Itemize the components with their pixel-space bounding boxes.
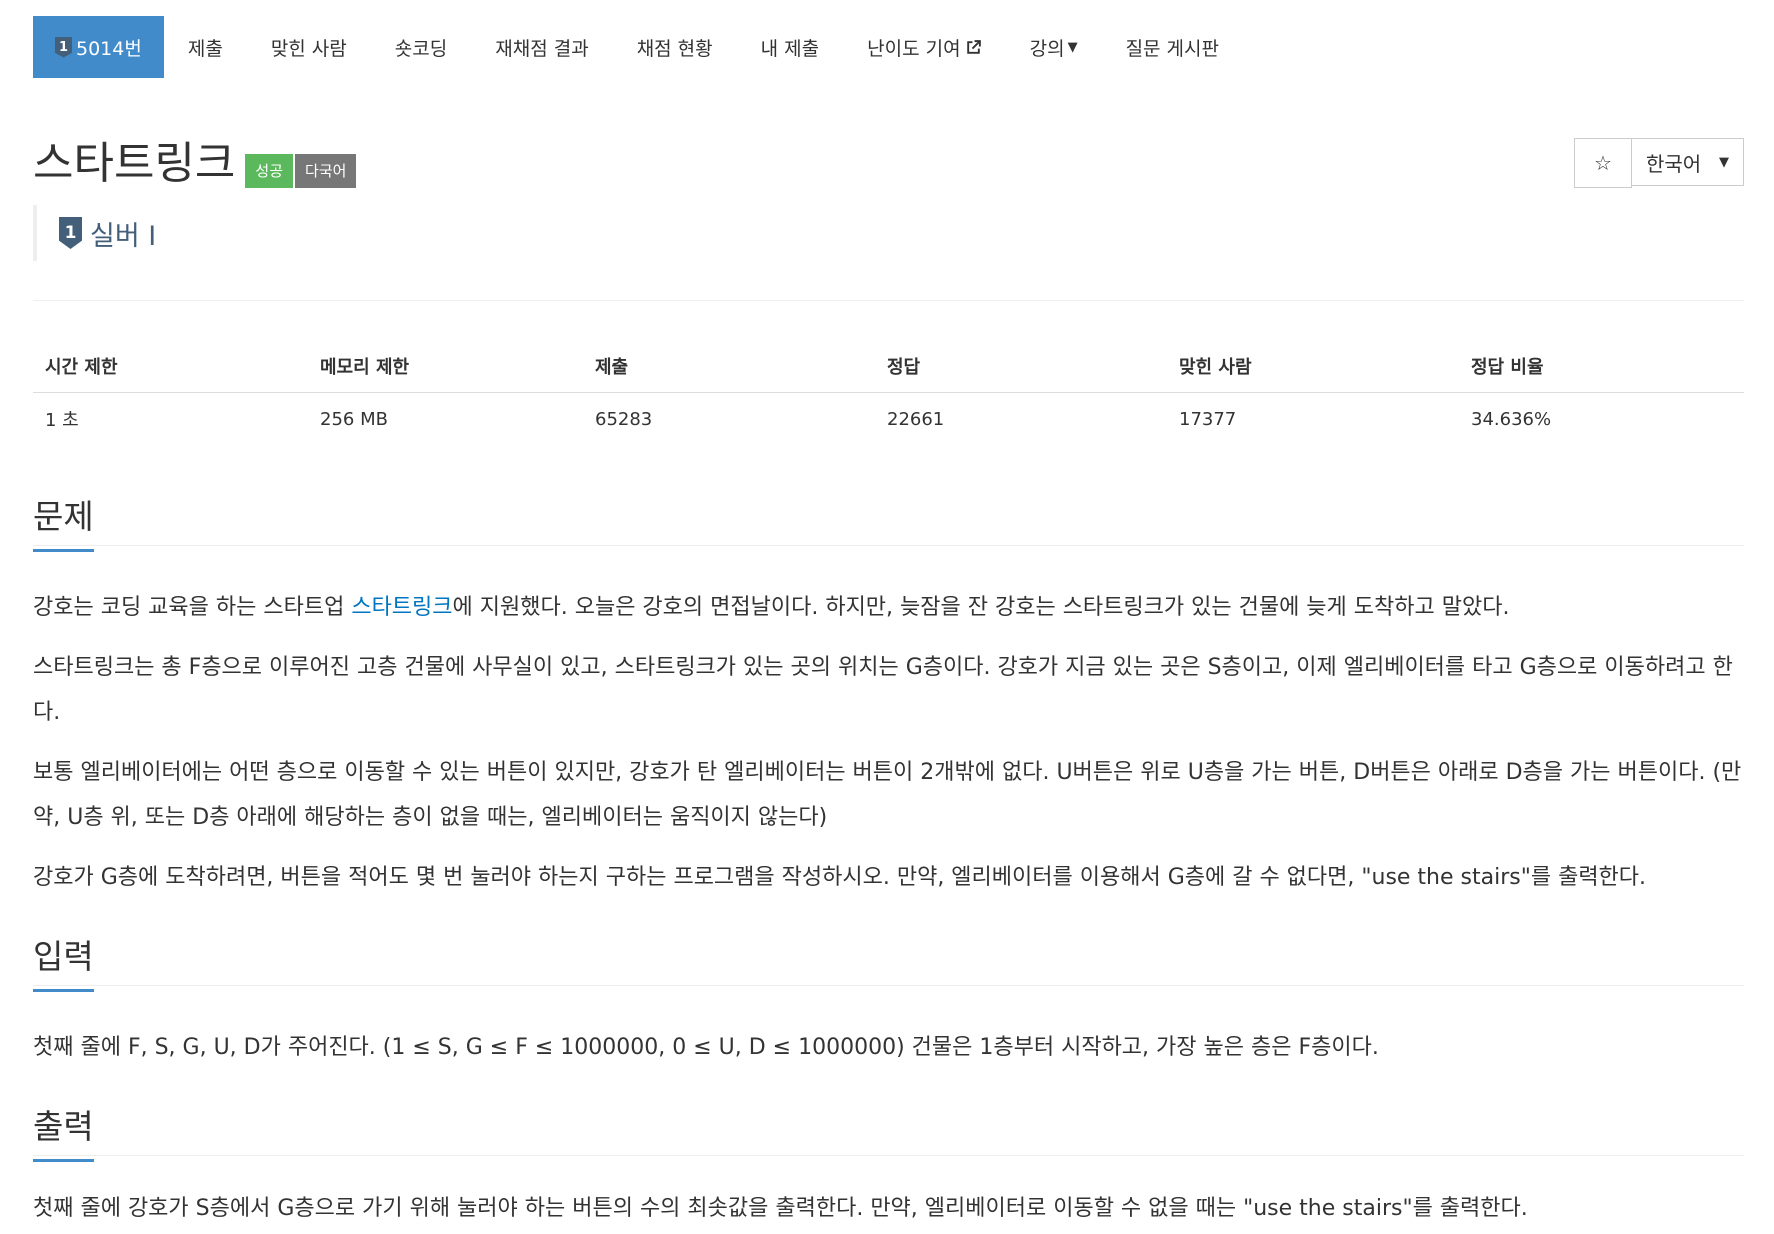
tab-solved-users-label: 맞힌 사람 — [270, 37, 347, 60]
tab-submit-label: 제출 — [187, 37, 223, 60]
problem-title: 스타트링크 — [33, 138, 236, 189]
table-header-row: 시간 제한 메모리 제한 제출 정답 맞힌 사람 정답 비율 — [33, 340, 1744, 393]
multilang-badge: 다국어 — [295, 154, 357, 188]
problem-tier: 1 실버 I — [33, 205, 156, 261]
caret-down-icon: ▼ — [1067, 39, 1078, 55]
problem-info-table: 시간 제한 메모리 제한 제출 정답 맞힌 사람 정답 비율 1 초 256 M… — [33, 340, 1744, 445]
paragraph-text: 강호는 코딩 교육을 하는 스타트업 — [33, 595, 352, 620]
tab-problem-number[interactable]: 1 5014번 — [33, 16, 164, 78]
favorite-button[interactable]: ☆ — [1574, 138, 1632, 188]
tier-shield-icon: 1 — [59, 217, 82, 249]
tier-label[interactable]: 실버 I — [90, 214, 156, 253]
tab-question-board-label: 질문 게시판 — [1125, 37, 1220, 60]
table-header: 맞힌 사람 — [1179, 357, 1252, 378]
divider — [33, 985, 1744, 986]
heading-underline — [33, 1159, 94, 1162]
language-select-value: 한국어 — [1646, 151, 1702, 176]
tab-judge-status-label: 채점 현황 — [636, 37, 713, 60]
table-header: 제출 — [595, 357, 629, 378]
tab-my-submissions-label: 내 제출 — [760, 37, 820, 60]
tab-solved-users[interactable]: 맞힌 사람 — [247, 16, 371, 78]
table-row: 1 초 256 MB 65283 22661 17377 34.636% — [33, 393, 1744, 445]
caret-down-icon: ▼ — [1719, 154, 1729, 170]
section-heading-output-text: 출력 — [33, 1107, 94, 1146]
section-heading-output: 출력 — [33, 1100, 94, 1162]
divider — [33, 300, 1744, 301]
section-heading-input: 입력 — [33, 930, 94, 992]
output-paragraph: 첫째 줄에 강호가 S층에서 G층으로 가기 위해 눌러야 하는 버튼의 수의 … — [33, 1196, 1528, 1221]
divider — [33, 545, 1744, 546]
section-heading-problem-text: 문제 — [33, 497, 94, 536]
table-cell-time-limit: 1 초 — [45, 410, 79, 431]
problem-paragraph-4: 강호가 G층에 도착하려면, 버튼을 적어도 몇 번 눌러야 하는지 구하는 프… — [33, 865, 1647, 890]
section-heading-problem: 문제 — [33, 490, 94, 552]
status-badge-success: 성공 — [245, 154, 294, 188]
tab-judge-status[interactable]: 채점 현황 — [613, 16, 737, 78]
problem-paragraph-1: 강호는 코딩 교육을 하는 스타트업 스타트링크에 지원했다. 오늘은 강호의 … — [33, 585, 1748, 630]
tab-difficulty-contribution[interactable]: 난이도 기여 — [843, 16, 1005, 78]
star-icon: ☆ — [1594, 151, 1612, 175]
problem-title-row: 스타트링크 성공 다국어 — [33, 138, 357, 189]
heading-underline — [33, 989, 94, 992]
problem-paragraph-3: 보통 엘리베이터에는 어떤 층으로 이동할 수 있는 버튼이 있지만, 강호가 … — [33, 760, 1742, 830]
problem-menu: 1 5014번 제출 맞힌 사람 숏코딩 재채점 결과 채점 현황 내 제출 난… — [33, 16, 1243, 78]
tab-lectures-label: 강의 — [1029, 37, 1065, 60]
input-paragraph: 첫째 줄에 F, S, G, U, D가 주어진다. (1 ≤ S, G ≤ F… — [33, 1035, 1379, 1060]
table-header: 메모리 제한 — [320, 357, 410, 378]
table-header: 시간 제한 — [45, 357, 118, 378]
table-cell-submissions: 65283 — [595, 408, 653, 430]
tab-difficulty-contribution-label: 난이도 기여 — [867, 37, 961, 60]
problem-page: 1 5014번 제출 맞힌 사람 숏코딩 재채점 결과 채점 현황 내 제출 난… — [0, 0, 1774, 1234]
tab-lectures[interactable]: 강의 ▼ — [1006, 16, 1102, 78]
problem-paragraph-2: 스타트링크는 총 F층으로 이루어진 고층 건물에 사무실이 있고, 스타트링크… — [33, 655, 1733, 725]
heading-underline — [33, 549, 94, 552]
table-header: 정답 비율 — [1471, 357, 1544, 378]
problem-controls: ☆ 한국어 ▼ — [1574, 138, 1744, 188]
table-cell-memory-limit: 256 MB — [320, 408, 388, 430]
tab-question-board[interactable]: 질문 게시판 — [1102, 16, 1243, 78]
tab-problem-number-label: 5014번 — [76, 37, 142, 60]
tier-badge-icon: 1 — [55, 36, 72, 58]
tab-short-coding[interactable]: 숏코딩 — [371, 16, 471, 78]
language-select[interactable]: 한국어 ▼ — [1632, 138, 1744, 186]
table-cell-solved-users: 17377 — [1179, 408, 1237, 430]
divider — [33, 1155, 1744, 1156]
tab-rejudge-result-label: 재채점 결과 — [495, 37, 589, 60]
tab-my-submissions[interactable]: 내 제출 — [737, 16, 843, 78]
external-link-icon — [966, 39, 981, 54]
table-cell-accepted: 22661 — [887, 408, 945, 430]
tab-short-coding-label: 숏코딩 — [394, 37, 448, 60]
table-header: 정답 — [887, 357, 921, 378]
tab-submit[interactable]: 제출 — [164, 16, 247, 78]
paragraph-text: 에 지원했다. 오늘은 강호의 면접날이다. 하지만, 늦잠을 잔 강호는 스타… — [452, 595, 1510, 620]
table-cell-ratio: 34.636% — [1471, 408, 1552, 430]
section-heading-input-text: 입력 — [33, 937, 94, 976]
startlink-link[interactable]: 스타트링크 — [351, 595, 452, 620]
tab-rejudge-result[interactable]: 재채점 결과 — [471, 16, 612, 78]
